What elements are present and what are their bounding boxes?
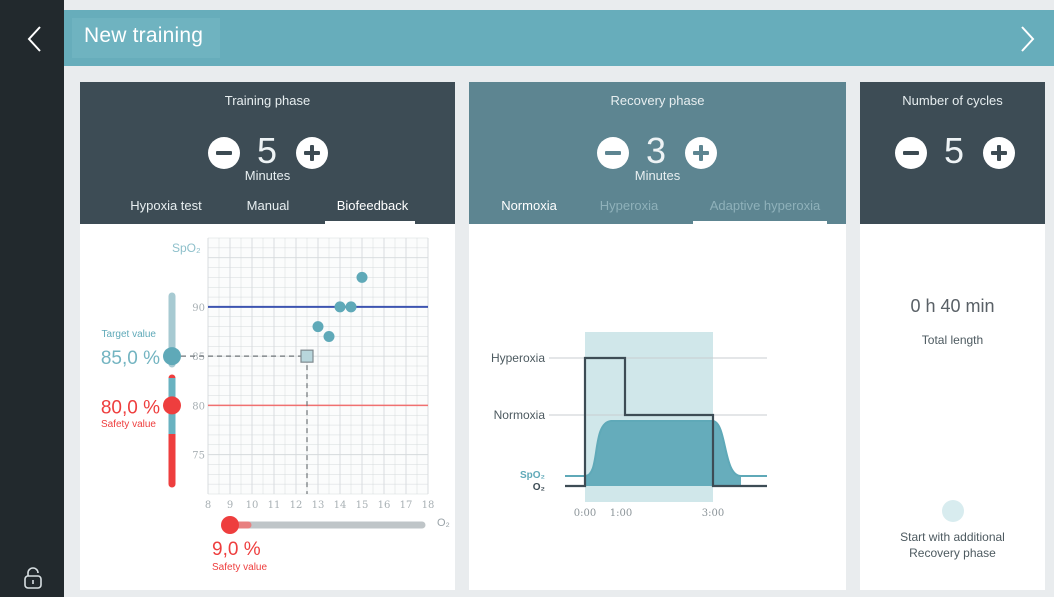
chevron-right-icon [1021,26,1035,52]
x-tick-label: 17 [400,500,413,511]
safety-value: 80,0 % [101,397,160,418]
safety-value-label: Safety value [101,419,156,430]
target-value-handle [163,347,181,366]
additional-recovery-toggle[interactable] [942,500,964,522]
o2-safety-handle [221,516,239,534]
tab-manual[interactable]: Manual [228,198,308,213]
minus-icon [605,151,621,155]
data-point [345,301,357,313]
recovery-chart: Hyperoxia Normoxia SpO₂O₂ 0:00 1:00 3:00 [491,332,767,519]
safety-value-handle [163,396,181,415]
target-value: 85,0 % [101,348,160,369]
training-phase-header: Training phase 5 Minutes Hypoxia test Ma… [80,82,455,224]
cycles-increment-button[interactable] [983,137,1015,169]
training-phase-title: Training phase [224,93,311,108]
recovery-duration-unit: Minutes [634,168,681,183]
training-decrement-button[interactable] [208,137,240,169]
target-point-marker [300,349,314,363]
back-button[interactable] [20,22,48,56]
recovery-duration-value: 3 [645,130,667,171]
plus-icon-stem [997,145,1001,161]
cycles-title: Number of cycles [902,93,1003,108]
x-tick-label: 14 [334,500,347,511]
chevron-left-icon [27,26,41,52]
header-bar: New training [64,10,1054,66]
x-tick-label: 8 [205,500,211,511]
y-tick-label: 90 [192,303,205,314]
o2-safety-label: Safety value [212,562,267,573]
x-tick-label: 16 [378,500,391,511]
spo2-axis-label: SpO₂ [172,241,201,255]
cycles-stepper: 5 [895,130,1015,174]
lock-button[interactable] [22,566,44,590]
hyperoxia-level-label: Hyperoxia [491,351,545,365]
o2-legend-label: O₂ [533,482,545,493]
recovery-decrement-button[interactable] [597,137,629,169]
o2-safety-value: 9,0 % [212,539,261,560]
data-point [323,330,335,342]
sidebar [0,0,64,597]
total-length-value: 0 h 40 min [910,296,995,316]
recovery-increment-button[interactable] [685,137,717,169]
recovery-phase-title: Recovery phase [610,93,705,108]
spo2-response-area [585,421,741,486]
recovery-phase-panel: Recovery phase 3 Minutes Normoxia Hypero… [469,82,846,590]
page-title: New training [84,24,204,47]
minus-icon [903,151,919,155]
y-tick-label: 75 [192,451,205,462]
next-button[interactable] [1014,22,1042,56]
data-point [356,271,368,283]
data-point [334,301,346,313]
target-value-label: Target value [102,329,157,340]
biofeedback-chart: SpO₂ O₂ 90 85 80 75 8 9 10 11 12 13 14 15 16 17 18 Target… [101,237,450,573]
time-tick-label: 3:00 [702,508,724,519]
training-phase-panel: Training phase 5 Minutes Hypoxia test Ma… [80,82,455,590]
tab-hypoxia-test[interactable]: Hypoxia test [116,198,216,213]
x-tick-label: 18 [422,500,435,511]
tab-hyperoxia[interactable]: Hyperoxia [591,198,667,213]
spo2-legend-label: SpO₂ [520,470,545,481]
normoxia-level-label: Normoxia [494,408,546,422]
x-tick-label: 15 [356,500,369,511]
training-duration-value: 5 [256,130,278,171]
additional-recovery-label-line2: Recovery phase [909,546,996,560]
x-tick-label: 11 [268,500,281,511]
additional-recovery-label-line1: Start with additional [900,530,1005,544]
x-tick-label: 12 [290,500,303,511]
y-tick-label: 80 [192,401,205,412]
time-tick-label: 1:00 [610,508,632,519]
x-tick-label: 10 [246,500,259,511]
cycles-decrement-button[interactable] [895,137,927,169]
training-duration-unit: Minutes [244,168,291,183]
lock-icon [24,567,42,589]
time-tick-label: 0:00 [574,508,596,519]
additional-recovery-label: Start with additional Recovery phase [860,529,1045,561]
tab-adaptive-hyperoxia[interactable]: Adaptive hyperoxia [697,198,833,213]
minus-icon [216,151,232,155]
data-point [312,321,324,333]
total-length-label: Total length [921,333,984,347]
plus-icon-stem [310,145,314,161]
tab-biofeedback[interactable]: Biofeedback [325,198,420,213]
recovery-phase-header: Recovery phase 3 Minutes Normoxia Hypero… [469,82,846,224]
o2-axis-label: O₂ [437,517,450,529]
x-tick-label: 13 [312,500,325,511]
cycles-panel: Number of cycles 5 0 h 40 min Total leng… [860,82,1045,590]
cycles-value: 5 [943,130,965,171]
x-tick-label: 9 [227,500,233,511]
cycles-header: Number of cycles 5 [860,82,1045,224]
y-tick-label: 85 [192,352,205,363]
training-increment-button[interactable] [296,137,328,169]
tab-normoxia[interactable]: Normoxia [491,198,567,213]
plus-icon-stem [699,145,703,161]
